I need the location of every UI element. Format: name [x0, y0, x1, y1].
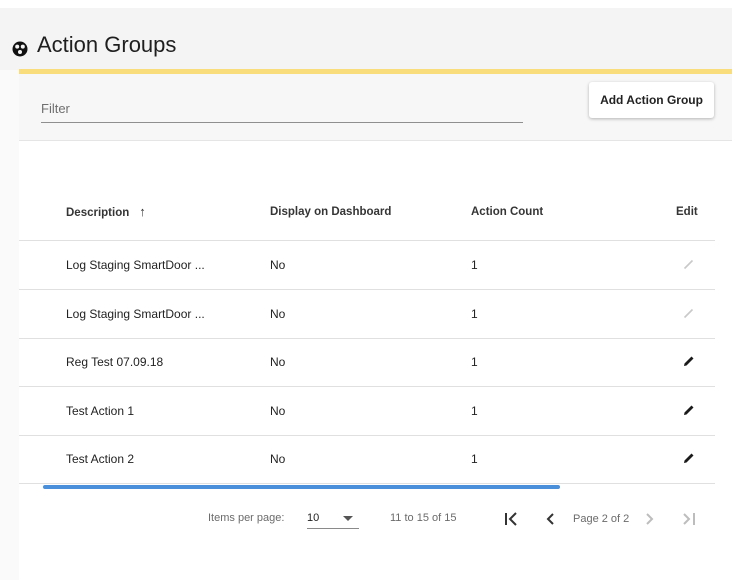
cell-dashboard: No — [270, 452, 286, 466]
first-page-icon[interactable] — [499, 507, 523, 531]
cell-dashboard: No — [270, 258, 286, 272]
settings-circle-icon — [12, 41, 28, 57]
cell-dashboard: No — [270, 403, 286, 418]
cell-description: Reg Test 07.09.18 — [66, 355, 164, 369]
cell-dashboard: No — [270, 355, 286, 369]
cell-description: Test Action 2 — [66, 452, 135, 466]
toolbar: Add Action Group — [19, 74, 732, 141]
action-groups-card: Add Action Group Description ↑ Display on… — [19, 74, 732, 580]
cell-description: Test Action 1 — [66, 403, 135, 418]
dropdown-arrow-icon — [343, 516, 353, 521]
table-header: Description ↑ Display on Dashboard Action… — [19, 202, 715, 241]
table-row[interactable]: Test Action 2 No 1 — [19, 435, 715, 484]
previous-page-icon[interactable] — [539, 507, 563, 531]
cell-action-count: 1 — [471, 452, 478, 466]
edit-pencil-icon[interactable] — [681, 450, 697, 466]
page-title: Action Groups — [37, 32, 177, 57]
column-header-edit: Edit — [676, 206, 698, 218]
filter-field[interactable] — [41, 96, 523, 123]
add-action-group-button[interactable]: Add Action Group — [589, 82, 714, 118]
page-label: Page 2 of 2 — [573, 513, 630, 525]
table-row[interactable]: Reg Test 07.09.18 No 1 — [19, 338, 715, 387]
table-row[interactable]: Log Staging SmartDoor ... No 1 — [19, 290, 715, 339]
sort-arrow-up-icon: ↑ — [139, 204, 146, 219]
last-page-icon[interactable] — [677, 507, 701, 531]
column-header-description[interactable]: Description ↑ — [66, 202, 146, 240]
top-strip — [0, 0, 732, 8]
column-label: Description — [66, 207, 130, 219]
column-header-dashboard[interactable]: Display on Dashboard — [270, 202, 391, 240]
items-per-page-select[interactable]: 10 — [307, 511, 359, 529]
edit-pencil-icon[interactable] — [681, 353, 697, 369]
column-header-action-count[interactable]: Action Count — [471, 202, 543, 240]
items-per-page-label: Items per page: — [208, 512, 285, 524]
range-label: 11 to 15 of 15 — [390, 512, 457, 524]
edit-pencil-icon — [681, 256, 697, 272]
edit-pencil-icon — [681, 305, 697, 321]
horizontal-scrollbar[interactable] — [43, 485, 560, 489]
paginator: Items per page: 10 11 to 15 of 15 Page 2… — [19, 504, 732, 540]
next-page-icon[interactable] — [637, 507, 661, 531]
cell-action-count: 1 — [471, 306, 478, 321]
cell-description: Log Staging SmartDoor ... — [66, 306, 205, 321]
page-header: Action Groups — [0, 8, 732, 70]
filter-input[interactable] — [41, 96, 523, 120]
cell-description: Log Staging SmartDoor ... — [66, 258, 205, 272]
items-per-page-value: 10 — [307, 512, 320, 524]
table-row[interactable]: Test Action 1 No 1 — [19, 387, 715, 436]
edit-pencil-icon[interactable] — [681, 402, 697, 418]
table-row[interactable]: Log Staging SmartDoor ... No 1 — [19, 241, 715, 290]
cell-dashboard: No — [270, 306, 286, 321]
cell-action-count: 1 — [471, 355, 478, 369]
cell-action-count: 1 — [471, 258, 478, 272]
cell-action-count: 1 — [471, 403, 478, 418]
